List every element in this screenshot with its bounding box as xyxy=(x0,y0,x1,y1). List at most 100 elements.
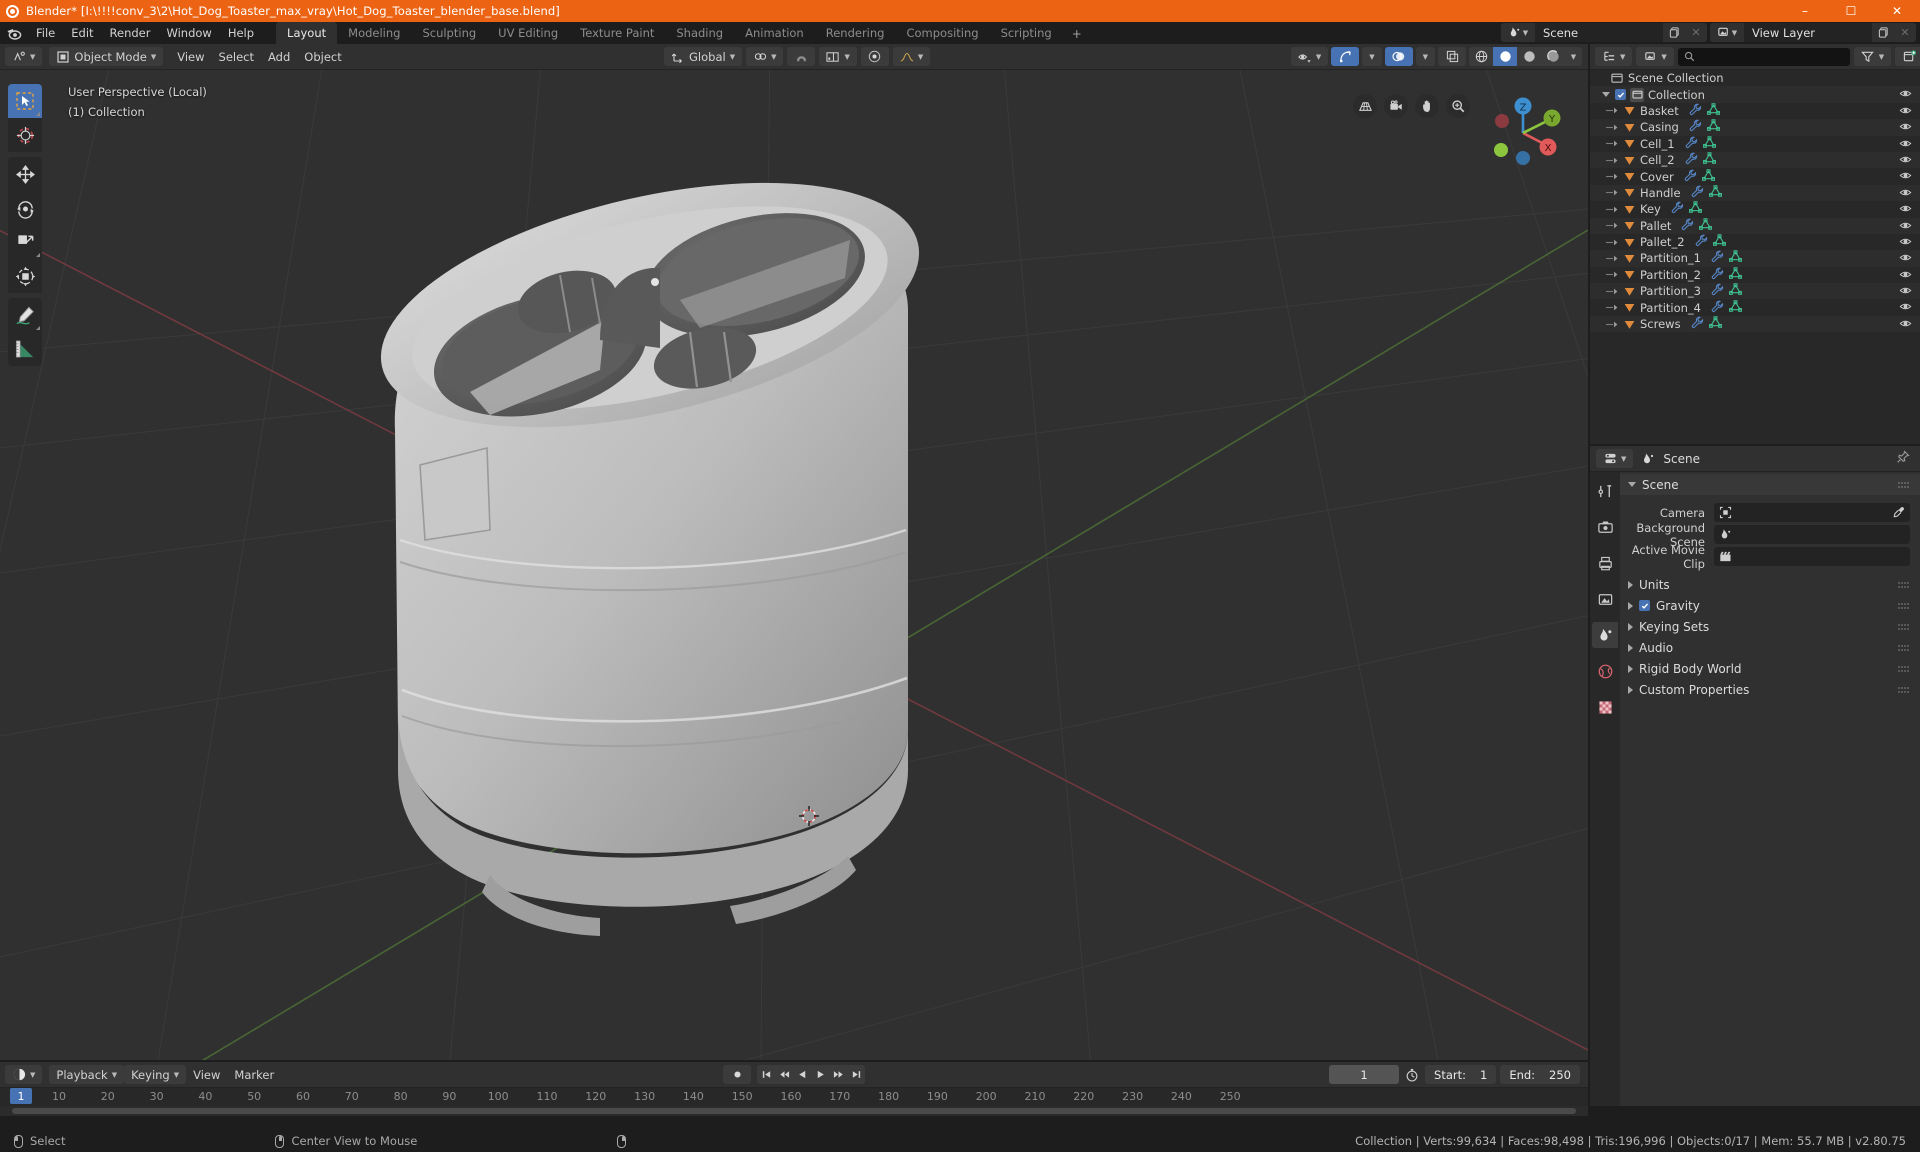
xray-toggle-button[interactable] xyxy=(1438,47,1466,66)
unlink-scene-button[interactable]: ✕ xyxy=(1685,23,1707,42)
input-active-movie-clip[interactable] xyxy=(1714,547,1910,566)
outliner-row-scene-collection[interactable]: Scene Collection xyxy=(1590,70,1920,86)
show-overlays-button[interactable] xyxy=(1384,47,1413,66)
modifier-wrench-icon[interactable] xyxy=(1671,201,1684,217)
tab-texture[interactable] xyxy=(1592,694,1618,720)
timeline-menu-playback[interactable]: Playback ▼ xyxy=(49,1065,125,1084)
gizmo-options-button[interactable]: ▼ xyxy=(1362,47,1382,66)
view-layer-selector[interactable]: ▼ View Layer ✕ xyxy=(1710,23,1916,42)
object-visibility-eye-icon[interactable] xyxy=(1899,169,1912,185)
jump-start-icon[interactable] xyxy=(757,1065,775,1084)
mesh-data-icon[interactable] xyxy=(1708,185,1722,201)
timeline-scrollbar[interactable] xyxy=(0,1106,1588,1116)
panel-units[interactable]: Units xyxy=(1620,574,1920,595)
tab-compositing[interactable]: Compositing xyxy=(895,22,989,44)
snap-pivot-button[interactable]: ▼ xyxy=(746,47,784,66)
object-expand-arrow[interactable] xyxy=(1606,320,1619,329)
editor-type-selector[interactable]: ▼ xyxy=(5,47,43,66)
pan-view-icon[interactable] xyxy=(1415,94,1439,118)
shading-wireframe-button[interactable] xyxy=(1469,47,1493,66)
outliner-row-object[interactable]: Partition_2 xyxy=(1590,267,1920,283)
menu-render[interactable]: Render xyxy=(102,23,159,43)
outliner-tree[interactable]: Scene Collection Collection Basket Casing… xyxy=(1590,70,1920,444)
maximize-button[interactable]: ☐ xyxy=(1828,0,1874,22)
outliner-editor-type-selector[interactable]: ▼ xyxy=(1595,47,1633,66)
object-visibility-eye-icon[interactable] xyxy=(1899,219,1912,235)
object-visibility-eye-icon[interactable] xyxy=(1899,202,1912,218)
panel-custom-properties[interactable]: Custom Properties xyxy=(1620,679,1920,700)
panel-expand-arrow[interactable] xyxy=(1628,664,1633,673)
panel-keying-sets[interactable]: Keying Sets xyxy=(1620,616,1920,637)
3d-viewport[interactable]: ▼ Object Mode ▼ View Select Add Object G… xyxy=(0,44,1588,1060)
object-expand-arrow[interactable] xyxy=(1606,106,1619,115)
camera-view-icon[interactable] xyxy=(1384,94,1408,118)
select-box-tool[interactable] xyxy=(8,84,42,118)
viewport-menu-select[interactable]: Select xyxy=(212,47,261,66)
object-expand-arrow[interactable] xyxy=(1606,270,1619,279)
outliner-row-collection[interactable]: Collection xyxy=(1590,86,1920,103)
object-visibility-eye-icon[interactable] xyxy=(1899,300,1912,316)
visibility-selector[interactable]: ▼ xyxy=(1290,47,1329,66)
frame-start-field[interactable]: Start: 1 xyxy=(1425,1065,1497,1084)
add-workspace-button[interactable]: + xyxy=(1063,24,1091,44)
shading-options-button[interactable]: ▼ xyxy=(1565,47,1582,66)
object-expand-arrow[interactable] xyxy=(1606,205,1619,214)
tab-shading[interactable]: Shading xyxy=(665,22,734,44)
measure-tool[interactable] xyxy=(8,332,42,366)
tab-layout[interactable]: Layout xyxy=(276,22,338,44)
mesh-data-icon[interactable] xyxy=(1729,267,1742,283)
gravity-checkbox[interactable] xyxy=(1639,600,1650,611)
panel-scene[interactable]: Scene xyxy=(1620,474,1920,495)
modifier-wrench-icon[interactable] xyxy=(1711,300,1724,316)
mesh-data-icon[interactable] xyxy=(1688,201,1702,217)
object-visibility-eye-icon[interactable] xyxy=(1899,137,1912,153)
object-visibility-eye-icon[interactable] xyxy=(1899,317,1912,333)
object-visibility-eye-icon[interactable] xyxy=(1899,153,1912,169)
outliner-row-object[interactable]: Screws xyxy=(1590,315,1920,333)
mesh-data-icon[interactable] xyxy=(1729,299,1742,316)
mesh-data-icon[interactable] xyxy=(1708,316,1722,332)
object-visibility-eye-icon[interactable] xyxy=(1899,284,1912,300)
modifier-wrench-icon[interactable] xyxy=(1685,152,1698,168)
mesh-data-icon[interactable] xyxy=(1699,217,1713,234)
input-camera[interactable] xyxy=(1714,503,1910,522)
play-icon[interactable] xyxy=(811,1065,829,1084)
new-collection-button[interactable] xyxy=(1895,47,1920,66)
scene-selector[interactable]: ▼ Scene ✕ xyxy=(1501,23,1707,42)
tab-rendering[interactable]: Rendering xyxy=(815,22,896,44)
object-expand-arrow[interactable] xyxy=(1606,172,1619,181)
panel-expand-arrow[interactable] xyxy=(1628,580,1633,589)
collection-visibility-eye-icon[interactable] xyxy=(1899,87,1912,103)
outliner-row-object[interactable]: Cell_2 xyxy=(1590,151,1920,169)
shading-material-preview-button[interactable] xyxy=(1517,47,1541,66)
remove-view-layer-button[interactable]: ✕ xyxy=(1894,23,1916,42)
panel-expand-arrow[interactable] xyxy=(1628,482,1636,487)
proportional-edit-button[interactable] xyxy=(860,47,889,66)
menu-help[interactable]: Help xyxy=(220,23,262,43)
outliner-row-object[interactable]: Pallet_2 xyxy=(1590,234,1920,250)
object-expand-arrow[interactable] xyxy=(1606,238,1619,247)
close-button[interactable]: ✕ xyxy=(1874,0,1920,22)
tab-render[interactable] xyxy=(1592,514,1618,540)
modifier-wrench-icon[interactable] xyxy=(1691,185,1704,201)
mesh-data-icon[interactable] xyxy=(1702,152,1716,168)
outliner-row-object[interactable]: Pallet xyxy=(1590,217,1920,235)
menu-file[interactable]: File xyxy=(28,23,63,43)
panel-expand-arrow[interactable] xyxy=(1628,685,1633,694)
outliner-row-object[interactable]: Handle xyxy=(1590,184,1920,202)
modifier-wrench-icon[interactable] xyxy=(1681,218,1694,234)
next-keyframe-icon[interactable] xyxy=(829,1065,847,1084)
collection-expand-arrow[interactable] xyxy=(1602,92,1610,98)
modifier-wrench-icon[interactable] xyxy=(1689,103,1702,119)
move-tool[interactable] xyxy=(8,157,42,191)
outliner-row-object[interactable]: Key xyxy=(1590,201,1920,217)
tab-texture-paint[interactable]: Texture Paint xyxy=(569,22,665,44)
viewport-canvas[interactable]: User Perspective (Local) (1) Collection xyxy=(0,70,1588,1060)
snap-settings-button[interactable]: ▼ xyxy=(819,47,857,66)
timeline-menu-view[interactable]: View xyxy=(186,1065,227,1084)
input-background-scene[interactable] xyxy=(1714,525,1910,544)
object-expand-arrow[interactable] xyxy=(1606,156,1619,165)
outliner-filter-button[interactable]: ▼ xyxy=(1853,47,1892,66)
mesh-data-icon[interactable] xyxy=(1729,250,1742,266)
snap-toggle-button[interactable] xyxy=(787,47,816,66)
